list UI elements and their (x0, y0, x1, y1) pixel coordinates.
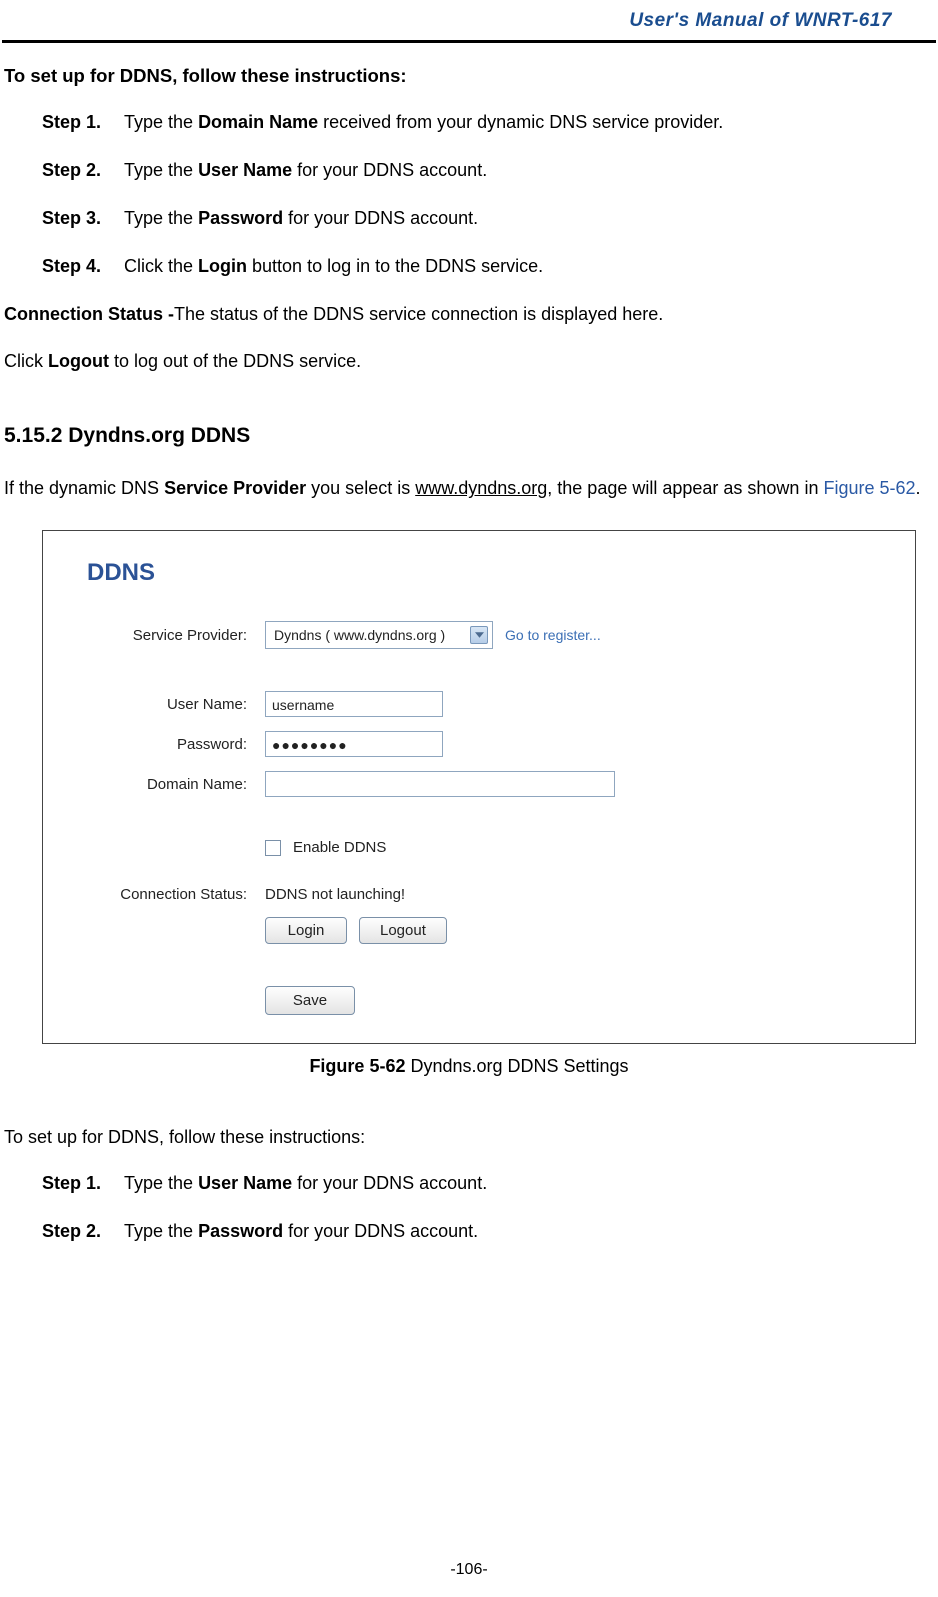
label-username: User Name: (87, 696, 265, 713)
t: , the page will appear as shown in (547, 478, 823, 498)
go-to-register-link[interactable]: Go to register... (505, 627, 601, 643)
step-text: Type the User Name for your DDNS account… (124, 157, 487, 185)
step-label: Step 1. (42, 1170, 124, 1198)
panel-title: DDNS (87, 559, 893, 587)
step-label: Step 2. (42, 157, 124, 185)
step-text: Type the User Name for your DDNS account… (124, 1170, 487, 1198)
step-label: Step 1. (42, 109, 124, 137)
connection-status-para: Connection Status -The status of the DDN… (4, 301, 934, 329)
step-row: Step 2. Type the Password for your DDNS … (42, 1218, 934, 1246)
step-label: Step 4. (42, 253, 124, 281)
enable-ddns-label: Enable DDNS (293, 839, 386, 856)
t: for your DDNS account. (292, 1173, 487, 1193)
username-input[interactable]: username (265, 691, 443, 717)
figure-panel: DDNS Service Provider: Dyndns ( www.dynd… (42, 530, 916, 1044)
section3-intro: To set up for DDNS, follow these instruc… (4, 1127, 934, 1148)
save-button[interactable]: Save (265, 986, 355, 1015)
domain-name-input[interactable] (265, 771, 615, 797)
step-row: Step 2. Type the User Name for your DDNS… (42, 157, 934, 185)
section-number: 5.15.2 (4, 424, 62, 447)
connection-status-value: DDNS not launching! (265, 886, 405, 903)
t: Service Provider (164, 478, 306, 498)
t: Type the (124, 208, 198, 228)
t: Click the (124, 256, 198, 276)
header-title: User's Manual of WNRT-617 (2, 0, 936, 34)
section2-para: If the dynamic DNS Service Provider you … (4, 470, 934, 506)
t: Type the (124, 1173, 198, 1193)
t: Logout (48, 351, 109, 371)
t: you select is (306, 478, 415, 498)
step-text: Type the Password for your DDNS account. (124, 1218, 478, 1246)
label-domain: Domain Name: (87, 776, 265, 793)
step-row: Step 1. Type the Domain Name received fr… (42, 109, 934, 137)
section1-intro: To set up for DDNS, follow these instruc… (4, 65, 934, 87)
section-title: Dyndns.org DDNS (62, 424, 250, 447)
t: to log out of the DDNS service. (109, 351, 361, 371)
label-service-provider: Service Provider: (87, 627, 265, 644)
t: for your DDNS account. (292, 160, 487, 180)
t: Type the (124, 1221, 198, 1241)
step-row: Step 4. Click the Login button to log in… (42, 253, 934, 281)
caption-text: Dyndns.org DDNS Settings (405, 1056, 628, 1076)
t: Type the (124, 112, 198, 132)
t: . (916, 478, 921, 498)
label-password: Password: (87, 736, 265, 753)
t: Login (198, 256, 247, 276)
service-provider-dropdown[interactable]: Dyndns ( www.dyndns.org ) (265, 621, 493, 649)
step-text: Click the Login button to log in to the … (124, 253, 543, 281)
t: for your DDNS account. (283, 1221, 478, 1241)
step-text: Type the Password for your DDNS account. (124, 205, 478, 233)
header-rule (2, 40, 936, 43)
t: The status of the DDNS service connectio… (174, 304, 663, 324)
figure-caption: Figure 5-62 Dyndns.org DDNS Settings (4, 1056, 934, 1077)
label-conn-status: Connection Status: (87, 886, 265, 903)
step-row: Step 1. Type the User Name for your DDNS… (42, 1170, 934, 1198)
logout-para: Click Logout to log out of the DDNS serv… (4, 348, 934, 376)
t: User Name (198, 1173, 292, 1193)
password-input[interactable]: ●●●●●●●● (265, 731, 443, 757)
logout-button[interactable]: Logout (359, 917, 447, 944)
login-button[interactable]: Login (265, 917, 347, 944)
t: User Name (198, 160, 292, 180)
caption-label: Figure 5-62 (309, 1056, 405, 1076)
enable-ddns-checkbox[interactable] (265, 840, 281, 856)
chevron-down-icon (470, 626, 488, 644)
figure-ref[interactable]: Figure 5-62 (823, 478, 915, 498)
t: Password (198, 208, 283, 228)
t: Password (198, 1221, 283, 1241)
t: Domain Name (198, 112, 318, 132)
t: for your DDNS account. (283, 208, 478, 228)
dropdown-value: Dyndns ( www.dyndns.org ) (274, 627, 445, 643)
dyndns-link[interactable]: www.dyndns.org (415, 478, 547, 498)
section-heading: 5.15.2 Dyndns.org DDNS (4, 424, 934, 448)
t: received from your dynamic DNS service p… (318, 112, 723, 132)
t: Click (4, 351, 48, 371)
t: button to log in to the DDNS service. (247, 256, 543, 276)
step-label: Step 2. (42, 1218, 124, 1246)
step-label: Step 3. (42, 205, 124, 233)
t: If the dynamic DNS (4, 478, 164, 498)
t: Type the (124, 160, 198, 180)
step-text: Type the Domain Name received from your … (124, 109, 723, 137)
step-row: Step 3. Type the Password for your DDNS … (42, 205, 934, 233)
page-number: -106- (0, 1561, 938, 1579)
t: Connection Status - (4, 304, 174, 324)
